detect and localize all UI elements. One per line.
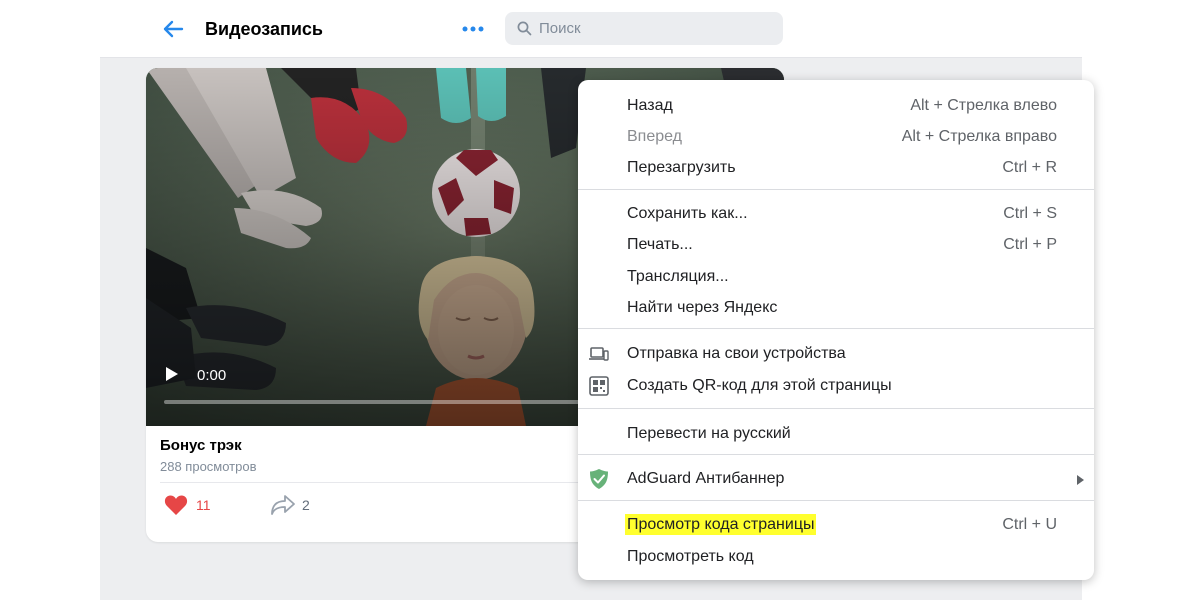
menu-item-shortcut: Ctrl + U [1002, 516, 1057, 533]
page-title: Видеозапись [205, 19, 323, 39]
devices-icon [588, 343, 610, 365]
share-count: 2 [302, 497, 310, 513]
menu-separator [578, 500, 1094, 501]
menu-item-label: Печать... [627, 236, 693, 253]
menu-item-label: Просмотреть код [627, 548, 754, 565]
menu-separator [578, 328, 1094, 329]
menu-separator [578, 408, 1094, 409]
menu-item-label: Создать QR-код для этой страницы [627, 377, 892, 394]
menu-item-shortcut: Alt + Стрелка вправо [901, 128, 1057, 145]
menu-item-inspect[interactable]: Просмотреть код [578, 542, 1094, 572]
search-input[interactable] [539, 20, 769, 37]
menu-item-save-as[interactable]: Сохранить как... Ctrl + S [578, 199, 1094, 229]
menu-item-shortcut: Ctrl + P [1003, 236, 1057, 253]
menu-item-adguard[interactable]: AdGuard Антибаннер [578, 464, 1094, 494]
video-time: 0:00 [197, 367, 227, 384]
menu-separator [578, 454, 1094, 455]
submenu-arrow-icon [1077, 475, 1084, 485]
qr-code-icon [588, 375, 610, 397]
share-arrow-icon [271, 495, 295, 515]
menu-item-print[interactable]: Печать... Ctrl + P [578, 230, 1094, 260]
menu-item-label: Перевести на русский [627, 425, 791, 442]
context-menu: Назад Alt + Стрелка влево Вперед Alt + С… [578, 80, 1094, 580]
like-count: 11 [196, 497, 211, 513]
menu-item-label: Вперед [627, 128, 683, 145]
search-icon [517, 21, 532, 36]
menu-item-cast[interactable]: Трансляция... [578, 262, 1094, 292]
like-button[interactable]: 11 [164, 494, 211, 516]
heart-icon [164, 495, 188, 515]
menu-item-translate[interactable]: Перевести на русский [578, 419, 1094, 449]
menu-separator [578, 189, 1094, 190]
menu-item-label: Отправка на свои устройства [627, 345, 846, 362]
screen: Видеозапись Поиск 0:00 Бонус трэк 288 пр… [0, 0, 1200, 600]
menu-item-search-yandex[interactable]: Найти через Яндекс [578, 293, 1094, 323]
menu-item-create-qr[interactable]: Создать QR-код для этой страницы [578, 371, 1094, 401]
video-title[interactable]: Бонус трэк [160, 437, 242, 454]
menu-item-label-highlighted: Просмотр кода страницы [625, 514, 817, 535]
menu-item-shortcut: Alt + Стрелка влево [910, 97, 1057, 114]
play-icon[interactable] [164, 365, 184, 385]
menu-item-forward: Вперед Alt + Стрелка вправо [578, 122, 1094, 152]
menu-item-label: Перезагрузить [627, 159, 736, 176]
menu-item-label: Сохранить как... [627, 205, 748, 222]
menu-item-send-to-devices[interactable]: Отправка на свои устройства [578, 339, 1094, 369]
adguard-shield-icon [588, 468, 610, 490]
menu-item-label: Найти через Яндекс [627, 299, 778, 316]
more-options-icon[interactable] [458, 16, 488, 42]
menu-item-shortcut: Ctrl + R [1002, 159, 1057, 176]
view-count: 288 просмотров [160, 459, 257, 474]
menu-item-shortcut: Ctrl + S [1003, 205, 1057, 222]
back-arrow-icon[interactable] [158, 14, 188, 44]
menu-item-label: Назад [627, 97, 673, 114]
search-box[interactable] [505, 12, 783, 45]
menu-item-back[interactable]: Назад Alt + Стрелка влево [578, 91, 1094, 121]
menu-item-label: AdGuard Антибаннер [627, 470, 785, 487]
menu-item-view-source[interactable]: Просмотр кода страницы Ctrl + U [578, 510, 1094, 540]
menu-item-label: Трансляция... [627, 268, 729, 285]
share-button[interactable]: 2 [270, 494, 310, 516]
menu-item-reload[interactable]: Перезагрузить Ctrl + R [578, 153, 1094, 183]
